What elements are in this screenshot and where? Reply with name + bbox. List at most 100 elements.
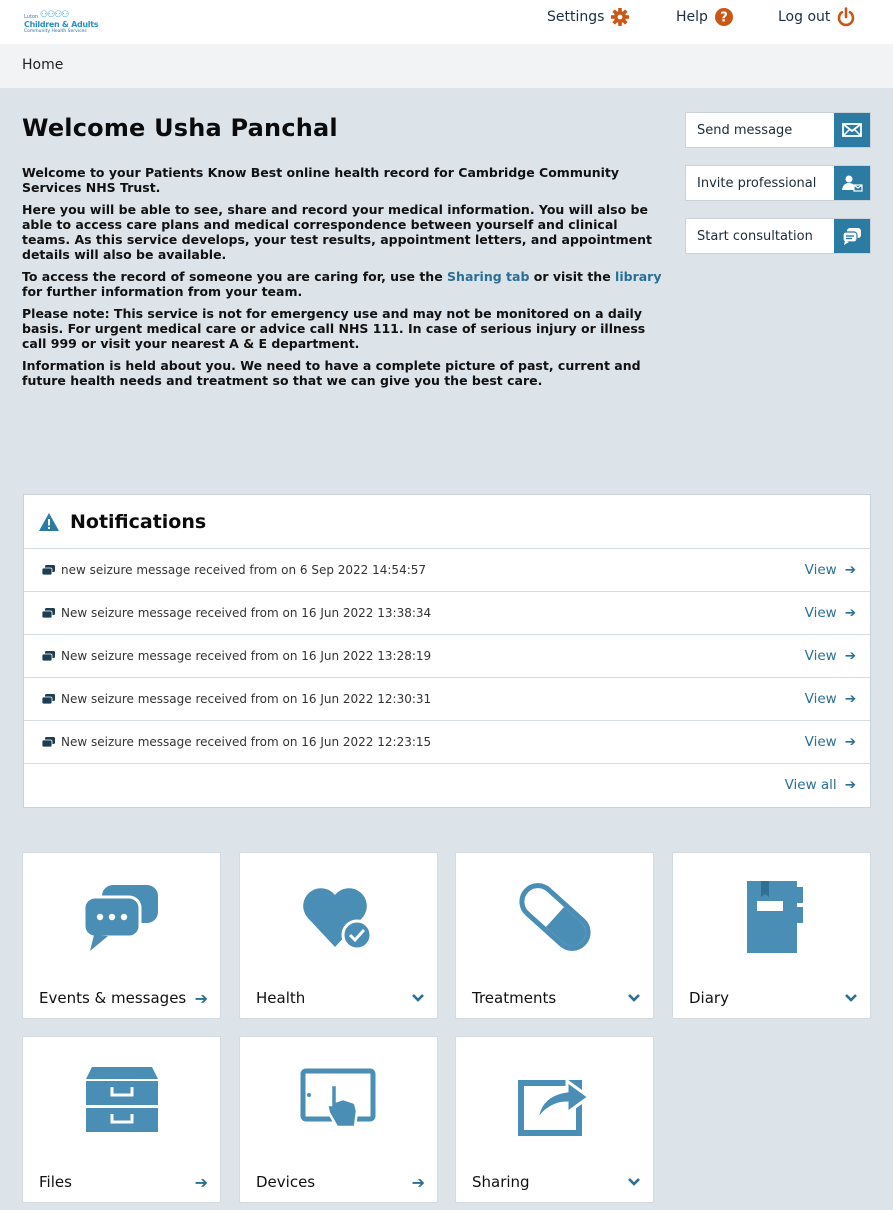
tile-footer: Diary	[689, 986, 858, 1010]
arrow-right-icon: ➔	[844, 562, 856, 578]
tile-footer: Treatments	[472, 986, 641, 1010]
message-icon	[42, 564, 55, 575]
message-icon	[42, 736, 55, 747]
tile-label: Sharing	[472, 1173, 530, 1191]
view-all-link[interactable]: View all ➔	[24, 764, 870, 806]
sharing-tab-link[interactable]: Sharing tab	[447, 269, 529, 284]
notification-row[interactable]: New seizure message received from on 16 …	[24, 592, 870, 635]
view-label: View	[804, 648, 837, 664]
power-icon	[838, 7, 855, 27]
tile-devices[interactable]: Devices ➔	[239, 1036, 438, 1203]
invite-professional-button[interactable]: Invite professional	[685, 165, 871, 201]
chevron-down-icon[interactable]	[627, 1177, 641, 1187]
tile-footer: Files ➔	[39, 1170, 208, 1194]
breadcrumb-bar	[0, 44, 893, 88]
welcome-paragraph-2: Here you will be able to see, share and …	[22, 202, 652, 262]
notification-row[interactable]: new seizure message received from on 6 S…	[24, 549, 870, 592]
notification-row[interactable]: New seizure message received from on 16 …	[24, 635, 870, 678]
envelope-icon	[834, 113, 870, 147]
tile-art	[673, 853, 870, 981]
view-label: View	[804, 605, 837, 621]
svg-text:?: ?	[720, 11, 728, 26]
arrow-right-icon: ➔	[194, 1172, 208, 1192]
notification-text: New seizure message received from on 16 …	[61, 735, 432, 749]
notification-row[interactable]: New seizure message received from on 16 …	[24, 678, 870, 721]
notifications-panel: Notifications new seizure message receiv…	[23, 494, 871, 808]
invite-user-icon	[834, 166, 870, 200]
tile-health[interactable]: Health	[239, 852, 438, 1019]
message-icon	[42, 607, 55, 618]
welcome-paragraph-3: To access the record of someone you are …	[22, 269, 662, 299]
tile-art	[240, 853, 437, 981]
breadcrumb-home[interactable]: Home	[22, 57, 63, 73]
help-label: Help	[676, 9, 708, 25]
notification-text: new seizure message received from on 6 S…	[61, 563, 427, 577]
arrow-right-icon: ➔	[844, 648, 856, 664]
notification-view-link[interactable]: View ➔	[805, 734, 856, 750]
tile-diary[interactable]: Diary	[672, 852, 871, 1019]
chat-bubbles-icon	[82, 885, 158, 951]
tile-treatments[interactable]: Treatments	[455, 852, 654, 1019]
tile-label: Devices	[256, 1173, 316, 1191]
tile-art	[456, 1037, 653, 1165]
tile-label: Events & messages	[39, 989, 187, 1007]
chat-bubbles-icon	[834, 219, 870, 253]
welcome-paragraph-3-end: for further information from your team.	[22, 284, 303, 299]
message-icon	[42, 693, 55, 704]
heart-check-icon	[302, 888, 372, 951]
library-link[interactable]: library	[615, 269, 661, 284]
chevron-down-icon[interactable]	[411, 993, 425, 1003]
page-title: Welcome Usha Panchal	[22, 114, 338, 142]
filing-cabinet-icon	[85, 1067, 158, 1132]
pill-icon	[518, 883, 591, 951]
arrow-right-icon: ➔	[844, 605, 856, 621]
start-consultation-label: Start consultation	[697, 228, 813, 244]
help-link[interactable]: Help ?	[676, 6, 734, 28]
notifications-header: Notifications	[24, 495, 870, 549]
tile-sharing[interactable]: Sharing	[455, 1036, 654, 1203]
chevron-down-icon[interactable]	[844, 993, 858, 1003]
warning-icon	[39, 512, 59, 531]
tile-art	[240, 1037, 437, 1165]
tile-art	[456, 853, 653, 981]
notification-view-link[interactable]: View ➔	[805, 691, 856, 707]
tile-label: Files	[39, 1173, 72, 1191]
notification-row[interactable]: New seizure message received from on 16 …	[24, 721, 870, 764]
logo-line-3: Community Health Services	[24, 29, 87, 34]
tile-footer: Sharing	[472, 1170, 641, 1194]
logout-label: Log out	[778, 9, 831, 25]
notification-text: New seizure message received from on 16 …	[61, 649, 432, 663]
tile-files[interactable]: Files ➔	[22, 1036, 221, 1203]
send-message-button[interactable]: Send message	[685, 112, 871, 148]
notification-view-link[interactable]: View ➔	[805, 605, 856, 621]
chevron-down-icon[interactable]	[627, 993, 641, 1003]
logo-line-2: Children & Adults	[24, 20, 99, 29]
logout-link[interactable]: Log out	[778, 6, 856, 28]
welcome-paragraph-3-mid: or visit the	[529, 269, 616, 284]
view-all-label: View all	[784, 777, 837, 793]
welcome-text: Welcome to your Patients Know Best onlin…	[22, 165, 662, 395]
start-consultation-button[interactable]: Start consultation	[685, 218, 871, 254]
send-message-label: Send message	[697, 122, 793, 138]
welcome-paragraph-5: Information is held about you. We need t…	[22, 358, 641, 388]
notification-view-link[interactable]: View ➔	[805, 562, 856, 578]
arrow-right-icon: ➔	[844, 734, 856, 750]
notification-view-link[interactable]: View ➔	[805, 648, 856, 664]
question-circle-icon: ?	[714, 8, 733, 26]
view-label: View	[804, 691, 837, 707]
tile-events-messages[interactable]: Events & messages ➔	[22, 852, 221, 1019]
settings-link[interactable]: Settings	[547, 6, 630, 28]
message-icon	[42, 650, 55, 661]
logo-figures-icon: ⚇⚇⚇⚇	[40, 10, 69, 20]
arrow-right-icon: ➔	[844, 691, 856, 707]
tile-footer: Health	[256, 986, 425, 1010]
tile-label: Health	[256, 989, 306, 1007]
tablet-touch-icon	[300, 1068, 375, 1129]
organisation-logo[interactable]: ⚇⚇⚇⚇ Luton Children & Adults Community H…	[22, 10, 102, 36]
welcome-paragraph-1: Welcome to your Patients Know Best onlin…	[22, 165, 620, 195]
notifications-title: Notifications	[70, 510, 207, 533]
view-label: View	[804, 734, 837, 750]
tile-art	[23, 853, 220, 981]
settings-label: Settings	[547, 9, 605, 25]
view-label: View	[804, 562, 837, 578]
